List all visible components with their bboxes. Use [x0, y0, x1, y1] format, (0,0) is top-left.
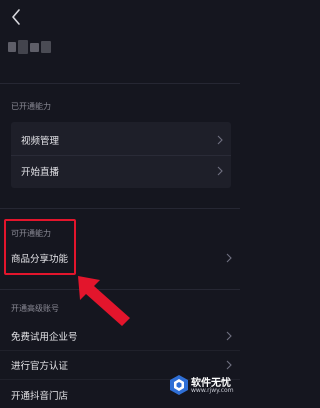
watermark-subtitle: www.rjwy.com [191, 387, 234, 394]
section-title-opened: 已开通能力 [11, 102, 51, 111]
watermark-logo-icon [170, 375, 188, 395]
row-label: 进行官方认证 [11, 361, 69, 372]
row-video-management[interactable]: 视频管理 [11, 126, 231, 154]
divider [0, 208, 240, 209]
back-button[interactable] [9, 7, 23, 27]
row-start-live[interactable]: 开始直播 [11, 157, 231, 185]
chevron-right-icon [226, 253, 232, 263]
divider [11, 155, 231, 156]
highlight-box [4, 219, 76, 275]
blurred-account-name [8, 40, 52, 54]
watermark: 软件无忧 www.rjwy.com [168, 374, 236, 400]
red-arrow-icon [78, 276, 130, 326]
section-title-advanced: 开通高级账号 [11, 304, 59, 313]
row-label: 开通抖音门店 [11, 391, 69, 402]
divider [0, 83, 240, 84]
chevron-right-icon [226, 331, 232, 341]
chevron-right-icon [226, 360, 232, 370]
row-label: 免费试用企业号 [11, 332, 78, 343]
row-label: 视频管理 [21, 136, 60, 147]
chevron-left-icon [12, 9, 20, 25]
chevron-right-icon [217, 166, 223, 176]
chevron-right-icon [217, 135, 223, 145]
row-label: 开始直播 [21, 167, 60, 178]
